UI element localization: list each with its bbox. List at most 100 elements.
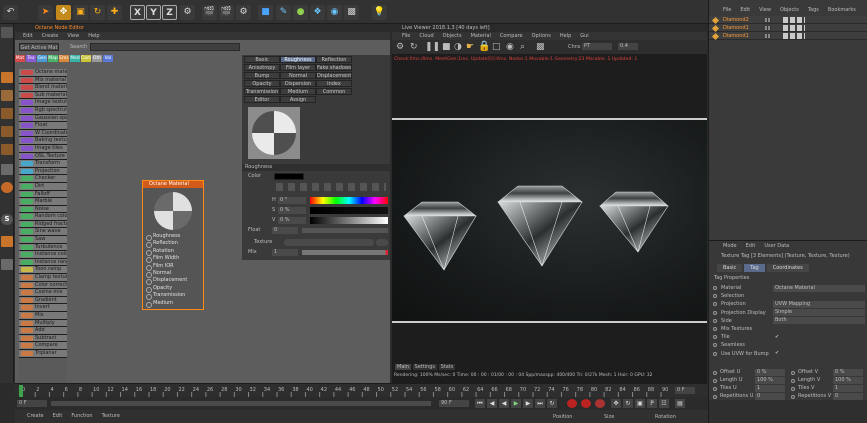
node-item[interactable]: Baking texture [19,137,67,145]
pick-material-icon[interactable]: ◉ [506,42,514,52]
attr-row-value[interactable]: Octane Material [773,284,865,292]
coord-value[interactable]: 0 % [833,369,863,376]
visibility-dots-icon[interactable] [765,18,771,22]
mix-field[interactable]: 1 [272,249,298,256]
saturation-slider[interactable] [310,207,388,214]
prev-frame-icon[interactable]: ◀ [499,399,509,408]
s-field[interactable]: 0 % [278,207,306,214]
node-item[interactable]: Checker [19,175,67,183]
object-name[interactable]: Diamond2 [723,16,749,24]
zoom-icon[interactable]: ⌕ [520,42,525,52]
object-row[interactable]: Diamond2 [709,16,867,25]
mm-menu-edit[interactable]: Edit [53,413,63,419]
pen-icon[interactable]: ✎ [276,5,291,20]
coord-value[interactable]: 100 % [833,377,863,384]
mm-menu-texture[interactable]: Texture [102,413,120,419]
tag-ems[interactable]: Ems [59,55,69,62]
rotate-icon[interactable]: ↻ [90,5,105,20]
texture-options-button[interactable] [376,239,388,246]
menu-edit[interactable]: Edit [23,33,33,39]
om-menu-file[interactable]: File [723,7,731,13]
object-row[interactable]: Diamond1 [709,24,867,33]
node-item[interactable]: Color correction [19,281,67,290]
keyframe-selection-icon[interactable] [595,399,605,408]
tag-mat[interactable]: Mat [15,55,25,62]
texture-mode-icon[interactable] [1,90,13,101]
mm-menu-create[interactable]: Create [27,413,44,419]
coord-value[interactable]: 0 % [755,369,785,376]
polygons-mode-icon[interactable] [1,144,13,155]
tag-gen[interactable]: Gen [37,55,47,62]
undo-icon[interactable]: ↶ [3,5,18,20]
v-field[interactable]: 0 % [278,217,306,224]
am-menu-edit[interactable]: Edit [746,243,756,249]
channel-select[interactable]: PT [582,43,612,50]
attr-row-toggle-icon[interactable] [713,286,717,290]
motion-clip-icon[interactable]: ▤ [675,399,685,408]
grid-icon[interactable] [1,259,13,270]
node-item[interactable]: Dirt [19,182,67,191]
mix-slider[interactable] [302,250,388,255]
lv-menu-gui[interactable]: Gui [580,33,588,39]
material-tab-assign[interactable]: Assign [280,96,316,103]
node-pin[interactable]: Film Width [143,255,203,264]
attr-row-value[interactable]: ✔ [773,350,865,357]
camera-icon[interactable]: ▩ [344,5,359,20]
render-picture-viewer-icon[interactable]: 🎬 [219,5,234,20]
attr-row-toggle-icon[interactable] [713,294,717,299]
clay-mode-icon[interactable]: ◑ [454,42,462,52]
material-tab-dispersion[interactable]: Dispersion [280,80,316,87]
node-pin[interactable]: Displacement [143,277,203,286]
attr-row-value[interactable]: Simple [773,309,865,317]
node-item[interactable]: Instance range [19,258,67,267]
material-tab-medium[interactable]: Medium [280,88,316,95]
get-active-mat-button[interactable]: Get Active Mat [19,43,59,51]
x-axis-icon[interactable]: X [130,5,145,20]
node-item[interactable]: Saw [19,236,67,244]
light-icon[interactable]: 💡 [372,5,387,20]
object-name[interactable]: Diamond1 [723,24,749,32]
node-item[interactable]: Instance color [19,251,67,259]
menu-view[interactable]: View [67,33,79,39]
attr-row-value[interactable]: UVW Mapping [773,300,865,308]
subdivision-icon[interactable]: ● [293,5,308,20]
attr-row-value[interactable]: ✔ [773,334,865,341]
timeline-ruler[interactable]: 0 2 4 6 8 10 12 14 16 18 20 22 24 26 28 30 32 34 36 38 40 42 4… [19,385,669,397]
node-item[interactable]: Gradient [19,296,67,305]
node-pin[interactable]: Medium [143,300,203,308]
coord-toggle-icon[interactable] [791,378,795,383]
value-box[interactable]: 0.4 [618,43,638,50]
points-mode-icon[interactable] [1,108,13,119]
float-field[interactable]: 0 [272,227,298,234]
region-render-icon[interactable]: □ [492,42,501,52]
coord-value[interactable]: 1 [755,385,785,392]
attr-row-toggle-icon[interactable] [713,351,717,356]
node-item[interactable]: Compare [19,342,67,350]
prev-key-icon[interactable]: ◀ [487,399,497,408]
coord-toggle-icon[interactable] [713,378,717,383]
material-tab-basic[interactable]: Basic [244,56,280,63]
texture-tags-icon[interactable] [783,25,805,31]
attr-row-toggle-icon[interactable] [713,343,717,348]
object-name[interactable]: Diamond1 [723,32,749,40]
node-item[interactable]: Ridged fractal [19,220,67,229]
node-item[interactable]: Clamp texture [19,274,67,282]
coord-value[interactable]: 0 [833,393,863,400]
node-pin[interactable]: Roughness [143,233,203,242]
float-slider[interactable] [302,228,388,233]
lv-menu-compare[interactable]: Compare [500,33,523,39]
node-item[interactable]: Mix material [19,76,67,85]
model-mode-icon[interactable] [1,72,13,83]
lv-menu-file[interactable]: File [402,33,410,39]
attr-row-toggle-icon[interactable] [713,326,717,331]
tag-cam[interactable]: Cam [81,55,91,62]
key-pla-icon[interactable]: ☷ [659,399,669,408]
tag-med[interactable]: Med [70,55,80,62]
node-item[interactable]: OSL Texture [19,152,67,161]
object-row[interactable]: Diamond1 [709,32,867,41]
tag-tex[interactable]: Tex [26,55,36,62]
start-frame-field[interactable]: 0 F [17,400,47,407]
make-editable-icon[interactable] [1,27,13,38]
array-icon[interactable]: ❖ [310,5,325,20]
move-icon[interactable]: ✥ [56,5,71,20]
